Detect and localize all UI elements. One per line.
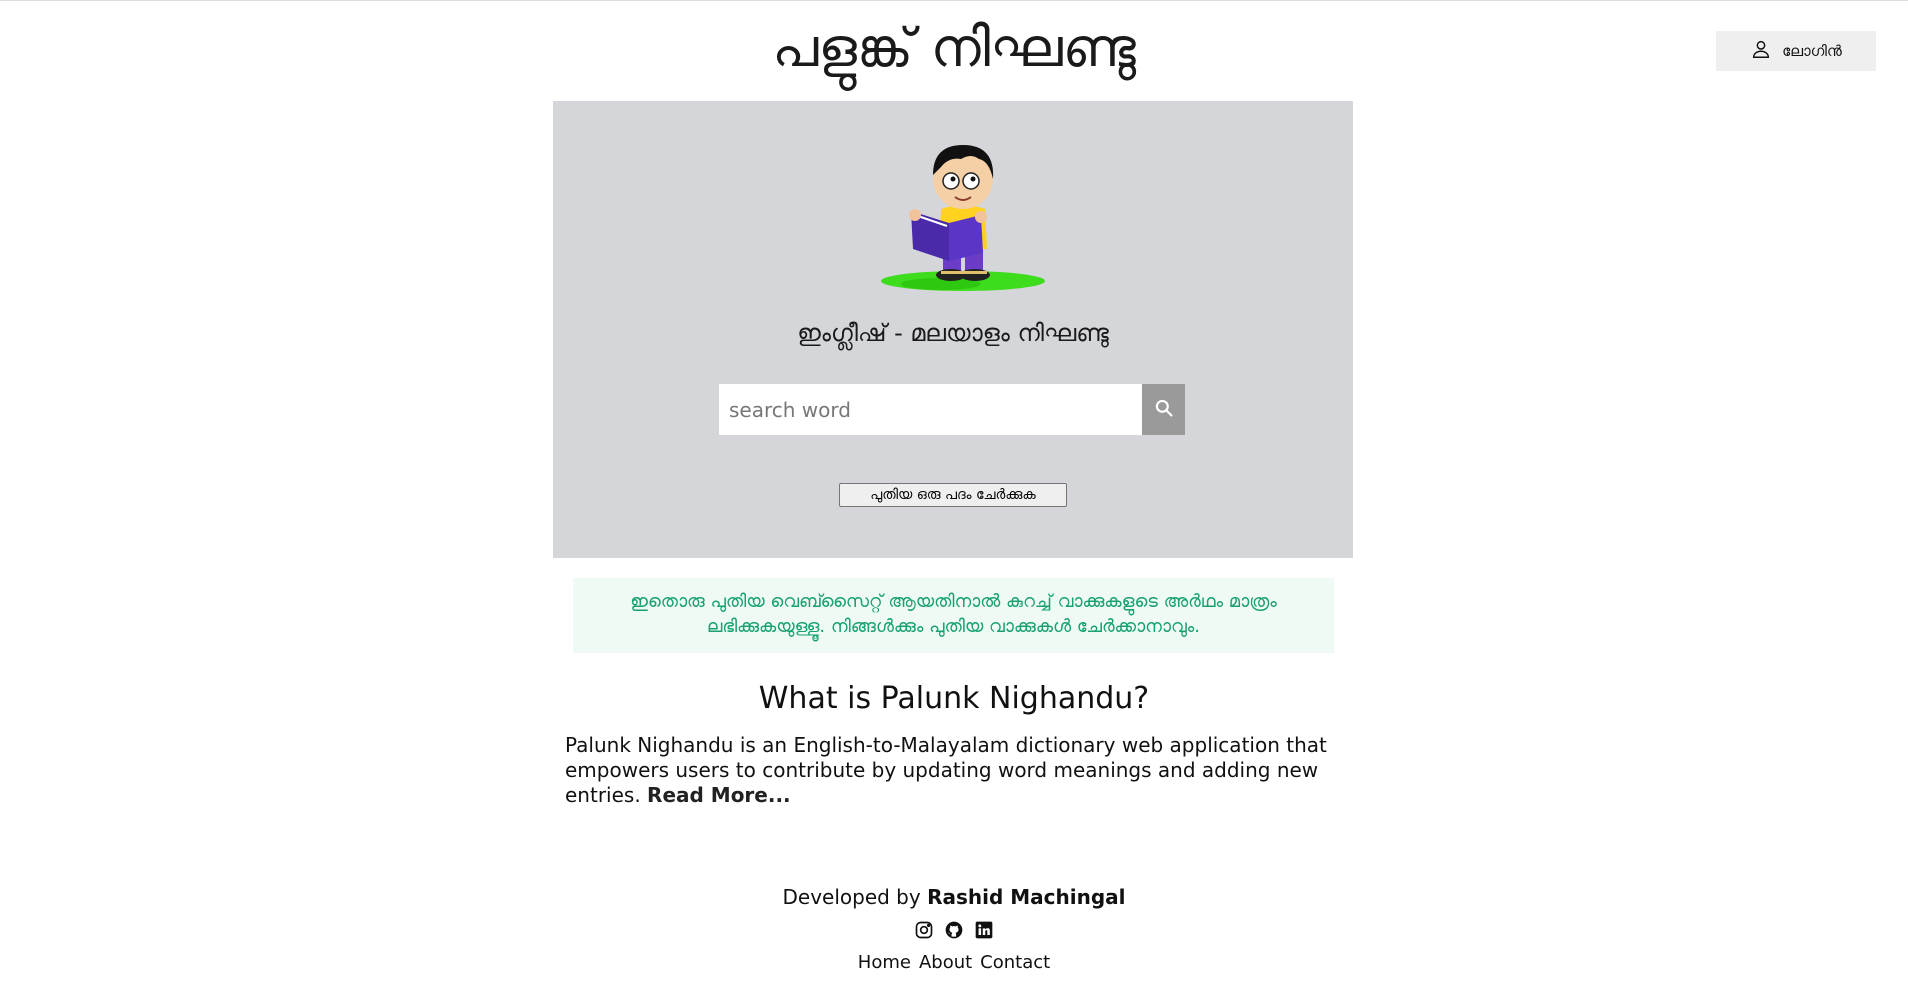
developed-by-label: Developed by	[782, 885, 928, 909]
about-heading: What is Palunk Nighandu?	[758, 681, 1150, 716]
footer-nav: Home About Contact	[0, 952, 1908, 973]
login-button[interactable]: ലോഗിൻ	[1716, 31, 1876, 71]
footer-link-home[interactable]: Home	[858, 952, 911, 973]
github-icon[interactable]	[944, 920, 964, 940]
read-more-link[interactable]: Read More...	[647, 783, 791, 807]
site-title: പളുങ്ക് നിഘണ്ടു	[772, 16, 1136, 79]
footer-link-contact[interactable]: Contact	[980, 952, 1050, 973]
search-bar	[719, 384, 1185, 435]
add-new-word-button[interactable]: പുതിയ ഒരു പദം ചേർക്കുക	[839, 483, 1067, 507]
developer-name: Rashid Machingal	[927, 885, 1126, 909]
footer-link-about[interactable]: About	[919, 952, 972, 973]
instagram-icon[interactable]	[914, 920, 934, 940]
dictionary-subtitle: ഇംഗ്ലീഷ് - മലയാളം നിഘണ്ടു	[797, 319, 1109, 347]
hero-panel: ഇംഗ്ലീഷ് - മലയാളം നിഘണ്ടു പുതിയ ഒരു പദം …	[553, 101, 1353, 558]
login-label: ലോഗിൻ	[1782, 42, 1842, 60]
reading-boy-illustration	[881, 145, 1045, 291]
linkedin-icon[interactable]	[974, 920, 994, 940]
search-icon	[1154, 398, 1174, 421]
search-input[interactable]	[719, 384, 1142, 435]
about-description: Palunk Nighandu is an English-to-Malayal…	[565, 733, 1345, 808]
social-links	[0, 920, 1908, 940]
page: പളുങ്ക് നിഘണ്ടു ലോഗിൻ ഇംഗ്ലീഷ് - മലയാളം …	[0, 0, 1908, 981]
developer-credit: Developed by Rashid Machingal	[0, 885, 1908, 909]
search-button[interactable]	[1142, 384, 1185, 435]
info-notice: ഇതൊരു പുതിയ വെബ്സൈറ്റ് ആയതിനാൽ കുറച്ച് വ…	[573, 578, 1334, 653]
user-icon	[1750, 38, 1772, 64]
